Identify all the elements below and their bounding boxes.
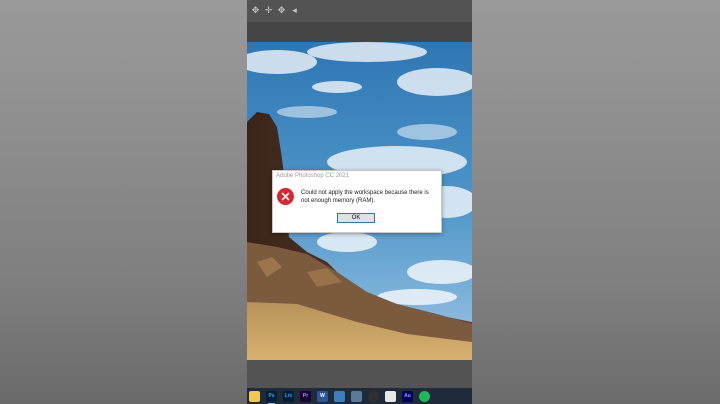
ok-button[interactable]: OK [337, 213, 375, 223]
photoshop-options-bar: ✥ ✛ ✥ ◂ [247, 0, 472, 23]
photoshop-icon[interactable]: Ps [266, 390, 277, 404]
move-icon[interactable]: ✥ [251, 6, 260, 15]
word-icon[interactable]: W [317, 390, 328, 402]
blurred-background-left [0, 0, 247, 404]
notepad-icon[interactable] [385, 390, 396, 402]
arrow-icon[interactable]: ◂ [290, 6, 299, 15]
windows-taskbar: Ps Lrc Pr W Au [247, 388, 472, 404]
photos-icon[interactable] [334, 390, 345, 402]
premiere-pro-icon[interactable]: Pr [300, 390, 311, 402]
spotify-icon[interactable] [419, 390, 430, 402]
audition-icon[interactable]: Au [402, 390, 413, 402]
image-viewer-icon[interactable] [351, 390, 362, 402]
error-dialog: Adobe Photoshop CC 2021 Could not apply … [272, 170, 442, 233]
dialog-message: Could not apply the workspace because th… [301, 190, 429, 204]
blurred-background-right [472, 0, 720, 404]
error-icon [277, 188, 294, 205]
obs-icon[interactable] [368, 390, 379, 402]
lightroom-classic-icon[interactable]: Lrc [283, 390, 294, 402]
document-tab-bar [247, 22, 472, 42]
arrange-icon[interactable]: ✛ [264, 6, 273, 15]
photoshop-status-area [247, 360, 472, 388]
dialog-title: Adobe Photoshop CC 2021 [276, 173, 350, 179]
move-tool-icon[interactable]: ✥ [277, 6, 286, 15]
file-explorer-icon[interactable] [249, 390, 260, 402]
